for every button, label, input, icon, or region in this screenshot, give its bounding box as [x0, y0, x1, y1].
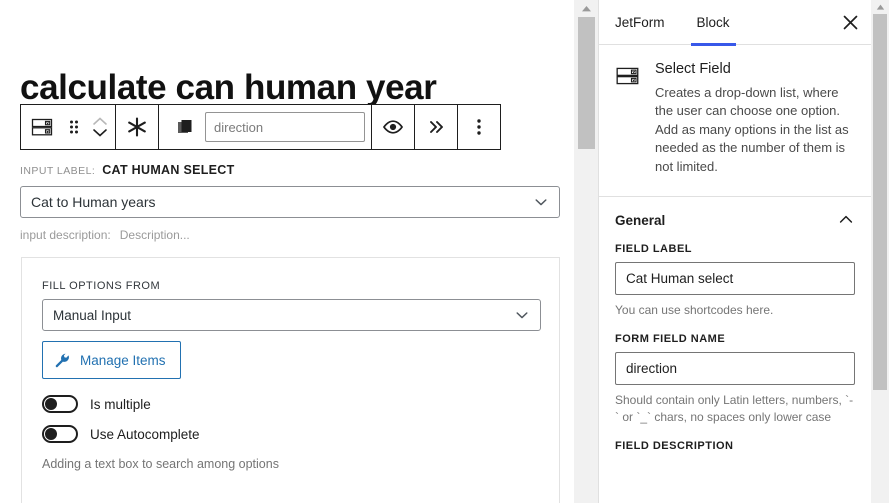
select-field-block-icon[interactable] — [23, 105, 61, 149]
drag-handle-dots-icon[interactable] — [61, 105, 87, 149]
general-settings-panel: General FIELD LABEL You can use shortcod… — [599, 197, 871, 452]
is-multiple-toggle-row: Is multiple — [42, 395, 539, 413]
field-label-input[interactable] — [615, 262, 855, 296]
chevron-up-icon[interactable] — [837, 211, 855, 229]
tab-block-label: Block — [696, 14, 730, 30]
block-toolbar-group-block — [21, 105, 116, 149]
double-chevron-right-icon[interactable] — [417, 105, 455, 149]
input-description-placeholder[interactable]: Description... — [120, 228, 190, 242]
input-label-prefix: input label: — [20, 165, 96, 177]
editor-canvas: calculate can human year direction INPUT… — [0, 0, 573, 503]
is-multiple-toggle[interactable] — [42, 395, 78, 413]
scroll-up-arrow-icon[interactable] — [871, 0, 889, 14]
form-field-name-input[interactable] — [615, 352, 855, 386]
field-description-control: FIELD DESCRIPTION — [599, 440, 871, 452]
block-info-description: Creates a drop-down list, where the user… — [655, 85, 849, 174]
chevron-down-icon[interactable] — [91, 127, 109, 138]
asterisk-required-icon[interactable] — [118, 105, 156, 149]
block-info-card: Select Field Creates a drop-down list, w… — [599, 45, 871, 198]
autocomplete-helper-text: Adding a text box to search among option… — [42, 457, 279, 471]
is-multiple-label: Is multiple — [90, 396, 151, 412]
field-label-caption: FIELD LABEL — [615, 243, 692, 256]
form-field-name-hint: Should contain only Latin letters, numbe… — [615, 393, 854, 424]
chevron-down-icon — [533, 194, 549, 210]
use-autocomplete-label: Use Autocomplete — [90, 426, 200, 442]
editor-scrollbar[interactable] — [573, 0, 598, 503]
manage-items-button[interactable]: Manage Items — [42, 341, 181, 379]
block-toolbar-group-more-arrows — [415, 105, 458, 149]
wrench-icon — [54, 352, 71, 369]
tab-block[interactable]: Block — [681, 0, 746, 46]
preview-select-field[interactable]: Cat to Human years — [20, 186, 560, 218]
tab-jetform[interactable]: JetForm — [599, 0, 681, 45]
general-panel-title: General — [615, 212, 666, 228]
close-icon[interactable] — [829, 0, 871, 44]
use-autocomplete-toggle[interactable] — [42, 425, 78, 443]
duplicate-block-icon[interactable] — [167, 105, 205, 149]
input-label-value[interactable]: CAT HUMAN SELECT — [102, 163, 234, 177]
sidebar-tabs: JetForm Block — [599, 0, 871, 46]
fill-options-from-select[interactable]: Manual Input — [42, 299, 541, 331]
block-settings-sidebar: JetForm Block Select Field Creates a dro… — [598, 0, 871, 503]
general-panel-header[interactable]: General — [599, 197, 871, 243]
block-toolbar-group-required — [116, 105, 159, 149]
block-toolbar-group-options — [458, 105, 500, 149]
block-toolbar — [20, 104, 501, 150]
field-label-hint: You can use shortcodes here. — [615, 303, 774, 318]
preview-select-value: Cat to Human years — [31, 194, 156, 210]
input-description-prefix: input description: — [20, 228, 111, 242]
sidebar-scrollbar-thumb[interactable] — [873, 14, 887, 390]
tab-jetform-label: JetForm — [615, 14, 665, 30]
sidebar-scrollbar[interactable] — [871, 0, 889, 503]
eye-preview-icon[interactable] — [374, 105, 412, 149]
scroll-up-arrow-icon[interactable] — [574, 0, 598, 17]
form-field-name-control: FORM FIELD NAME Should contain only Lati… — [599, 333, 871, 426]
field-name-input[interactable] — [205, 112, 365, 142]
wordpress-block-editor: calculate can human year direction INPUT… — [0, 0, 889, 503]
fill-options-from-label: FILL OPTIONS FROM — [42, 280, 161, 292]
use-autocomplete-toggle-row: Use Autocomplete — [42, 425, 539, 443]
field-label-control: FIELD LABEL You can use shortcodes here. — [599, 243, 871, 319]
toggle-switch-icon — [45, 428, 57, 440]
manage-items-label: Manage Items — [80, 352, 166, 368]
chevron-down-icon — [514, 307, 530, 323]
field-description-caption: FIELD DESCRIPTION — [615, 439, 734, 452]
block-toolbar-group-field-name — [159, 105, 372, 149]
input-description-row: input description: Description... — [20, 228, 190, 242]
editor-scrollbar-thumb[interactable] — [578, 17, 595, 149]
block-toolbar-group-preview — [372, 105, 415, 149]
toggle-switch-icon — [45, 398, 57, 410]
field-settings-card: FILL OPTIONS FROM Manual Input Manage It… — [21, 257, 560, 503]
form-field-name-caption: FORM FIELD NAME — [615, 333, 726, 346]
vertical-ellipsis-icon[interactable] — [460, 105, 498, 149]
page-title[interactable]: calculate can human year — [20, 68, 437, 108]
block-info-title: Select Field — [655, 61, 731, 77]
input-label-row: input label: CAT HUMAN SELECT — [20, 163, 235, 177]
block-mover[interactable] — [87, 105, 113, 149]
fill-options-from-value: Manual Input — [53, 307, 132, 323]
select-field-block-icon — [615, 61, 641, 176]
